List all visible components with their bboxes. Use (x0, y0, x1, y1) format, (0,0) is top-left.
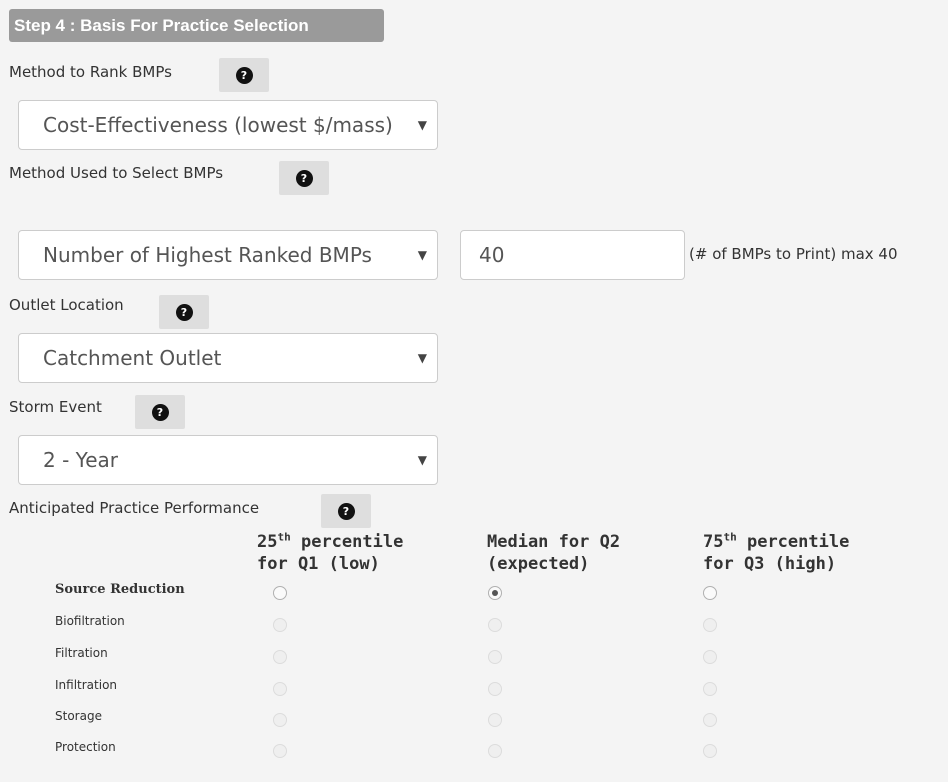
radio-protection-q3[interactable] (703, 744, 717, 758)
radio-infiltration-q2[interactable] (488, 682, 502, 696)
help-icon: ? (235, 66, 253, 84)
storm-help-button[interactable]: ? (135, 395, 185, 429)
row-label-filtration: Filtration (55, 646, 108, 660)
radio-filtration-q2[interactable] (488, 650, 502, 664)
radio-source-reduction-q2[interactable] (488, 586, 502, 600)
row-label-source-reduction: Source Reduction (55, 582, 185, 597)
outlet-value: Catchment Outlet (43, 346, 222, 370)
row-label-infiltration: Infiltration (55, 678, 118, 692)
storm-select[interactable]: 2 - Year ▼ (18, 435, 438, 485)
radio-infiltration-q1[interactable] (273, 682, 287, 696)
chevron-down-icon: ▼ (417, 453, 427, 467)
radio-source-reduction-q3[interactable] (703, 586, 717, 600)
outlet-label: Outlet Location (9, 296, 124, 314)
radio-biofiltration-q2[interactable] (488, 618, 502, 632)
radio-source-reduction-q1[interactable] (273, 586, 287, 600)
radio-storage-q1[interactable] (273, 713, 287, 727)
select-method-select[interactable]: Number of Highest Ranked BMPs ▼ (18, 230, 438, 280)
radio-storage-q2[interactable] (488, 713, 502, 727)
outlet-select[interactable]: Catchment Outlet ▼ (18, 333, 438, 383)
radio-biofiltration-q1[interactable] (273, 618, 287, 632)
help-icon: ? (175, 303, 193, 321)
step-header: Step 4 : Basis For Practice Selection (9, 9, 384, 42)
column-header-q3: 75th percentile for Q3 (high) (703, 530, 850, 574)
chevron-down-icon: ▼ (417, 248, 427, 262)
radio-filtration-q3[interactable] (703, 650, 717, 664)
select-method-help-button[interactable]: ? (279, 161, 329, 195)
performance-label: Anticipated Practice Performance (9, 499, 260, 517)
storm-value: 2 - Year (43, 448, 118, 472)
radio-biofiltration-q3[interactable] (703, 618, 717, 632)
select-method-value: Number of Highest Ranked BMPs (43, 243, 372, 267)
rank-method-value: Cost-Effectiveness (lowest $/mass) (43, 113, 393, 137)
storm-label: Storm Event (9, 398, 102, 416)
radio-protection-q2[interactable] (488, 744, 502, 758)
row-label-storage: Storage (55, 709, 102, 723)
radio-filtration-q1[interactable] (273, 650, 287, 664)
help-icon: ? (337, 502, 355, 520)
column-header-q2: Median for Q2 (expected) (487, 532, 621, 574)
outlet-help-button[interactable]: ? (159, 295, 209, 329)
row-label-biofiltration: Biofiltration (55, 614, 125, 628)
radio-protection-q1[interactable] (273, 744, 287, 758)
chevron-down-icon: ▼ (417, 351, 427, 365)
radio-storage-q3[interactable] (703, 713, 717, 727)
column-header-q1: 25th percentile for Q1 (low) (257, 530, 404, 574)
row-label-protection: Protection (55, 740, 116, 754)
select-method-label: Method Used to Select BMPs (9, 164, 224, 182)
rank-method-help-button[interactable]: ? (219, 58, 269, 92)
radio-infiltration-q3[interactable] (703, 682, 717, 696)
bmp-count-hint: (# of BMPs to Print) max 40 (689, 245, 898, 263)
help-icon: ? (295, 169, 313, 187)
performance-help-button[interactable]: ? (321, 494, 371, 528)
bmp-count-input[interactable]: 40 (460, 230, 685, 280)
rank-method-select[interactable]: Cost-Effectiveness (lowest $/mass) ▼ (18, 100, 438, 150)
rank-method-label: Method to Rank BMPs (9, 63, 172, 81)
chevron-down-icon: ▼ (417, 118, 427, 132)
help-icon: ? (151, 403, 169, 421)
